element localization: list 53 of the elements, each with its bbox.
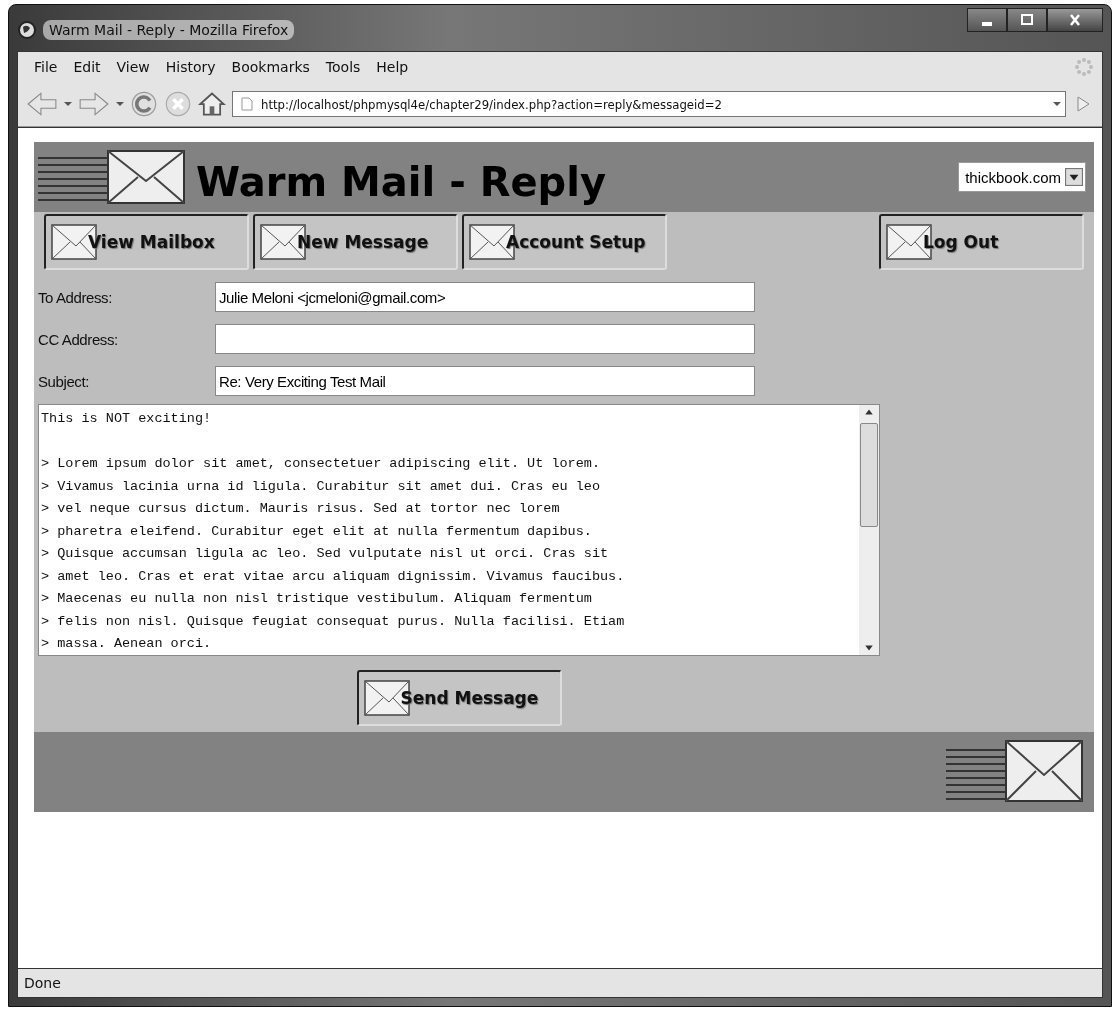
dropdown-icon[interactable] <box>116 100 124 108</box>
scrollbar[interactable] <box>859 405 879 655</box>
browser-icon <box>17 20 37 40</box>
nav-button[interactable]: New Message <box>253 214 458 270</box>
field-label: Subject: <box>38 372 90 390</box>
dropdown-icon[interactable] <box>64 100 72 108</box>
address-field[interactable]: http://localhost/phpmysql4e/chapter29/index.php?action=reply&messageid=2 <box>232 91 1066 117</box>
nav-button[interactable]: Account Setup <box>462 214 667 270</box>
logout-button[interactable]: Log Out <box>879 214 1084 270</box>
minimize-button[interactable] <box>967 8 1007 32</box>
menu-item[interactable]: Tools <box>317 59 369 75</box>
go-icon[interactable] <box>1076 96 1090 112</box>
menu-item[interactable]: Bookmarks <box>223 59 318 75</box>
window-title: Warm Mail - Reply - Mozilla Firefox <box>43 20 295 40</box>
page-heading: Warm Mail - Reply <box>196 159 607 205</box>
scroll-down-icon[interactable] <box>864 643 874 653</box>
account-select[interactable]: thickbook.com <box>958 162 1086 192</box>
scroll-up-icon[interactable] <box>864 407 874 417</box>
body-line: > Maecenas eu nulla non nisl tristique vestibulum. Aliquam fermentum <box>41 590 593 608</box>
nav-button[interactable]: View Mailbox <box>44 214 249 270</box>
body-line: > felis non nisl. Quisque feugiat consequat purus. Nulla facilisi. Etiam <box>41 612 626 631</box>
dropdown-icon[interactable] <box>1053 100 1061 108</box>
body-line: > Vivamus lacinia urna id ligula. Curabitur sit amet dui. Cras eu leo <box>41 477 601 496</box>
minimize-icon <box>982 22 992 26</box>
menu-item[interactable]: Edit <box>65 59 109 75</box>
body-line: > Lorem ipsum dolor sit amet, consectetuer adipiscing elit. Ut lorem. <box>41 455 601 473</box>
message-body-field[interactable] <box>38 404 880 656</box>
menu-item[interactable]: File <box>26 59 66 75</box>
body-line: > pharetra eleifend. Curabitur eget elit at nulla fermentum dapibus. <box>41 522 593 541</box>
page-icon <box>241 97 253 111</box>
body-line: This is NOT exciting! <box>41 410 213 428</box>
field-label: CC Address: <box>38 330 119 348</box>
text-field[interactable]: Julie Meloni <jcmeloni@gmail.com> <box>215 282 755 312</box>
scrollbar-thumb[interactable] <box>860 423 878 527</box>
throbber-icon <box>1074 57 1094 77</box>
envelope-logo-icon <box>38 147 188 207</box>
send-button[interactable]: Send Message <box>356 670 562 726</box>
close-button[interactable] <box>1047 8 1103 32</box>
status-text: Done <box>24 975 61 991</box>
dropdown-icon[interactable] <box>1065 168 1083 186</box>
body-line: > amet leo. Cras et erat vitae arcu aliquam dignissim. Vivamus faucibus. <box>41 567 626 586</box>
body-line: > massa. Aenean orci. <box>41 635 213 653</box>
home-icon[interactable] <box>198 90 226 118</box>
maximize-button[interactable] <box>1007 8 1047 32</box>
menu-item[interactable]: Help <box>368 59 417 75</box>
text-field[interactable] <box>215 324 755 354</box>
menu-item[interactable]: View <box>108 59 158 75</box>
reload-icon[interactable] <box>130 90 158 118</box>
body-line: > vel neque cursus dictum. Mauris risus. Sed at tortor nec lorem <box>41 500 561 518</box>
body-line: > Quisque accumsan ligula ac leo. Sed vulputate nisl ut orci. Cras sit <box>41 545 610 563</box>
text-field[interactable]: Re: Very Exciting Test Mail <box>215 366 755 396</box>
menu-item[interactable]: History <box>157 59 224 75</box>
field-label: To Address: <box>38 288 113 306</box>
